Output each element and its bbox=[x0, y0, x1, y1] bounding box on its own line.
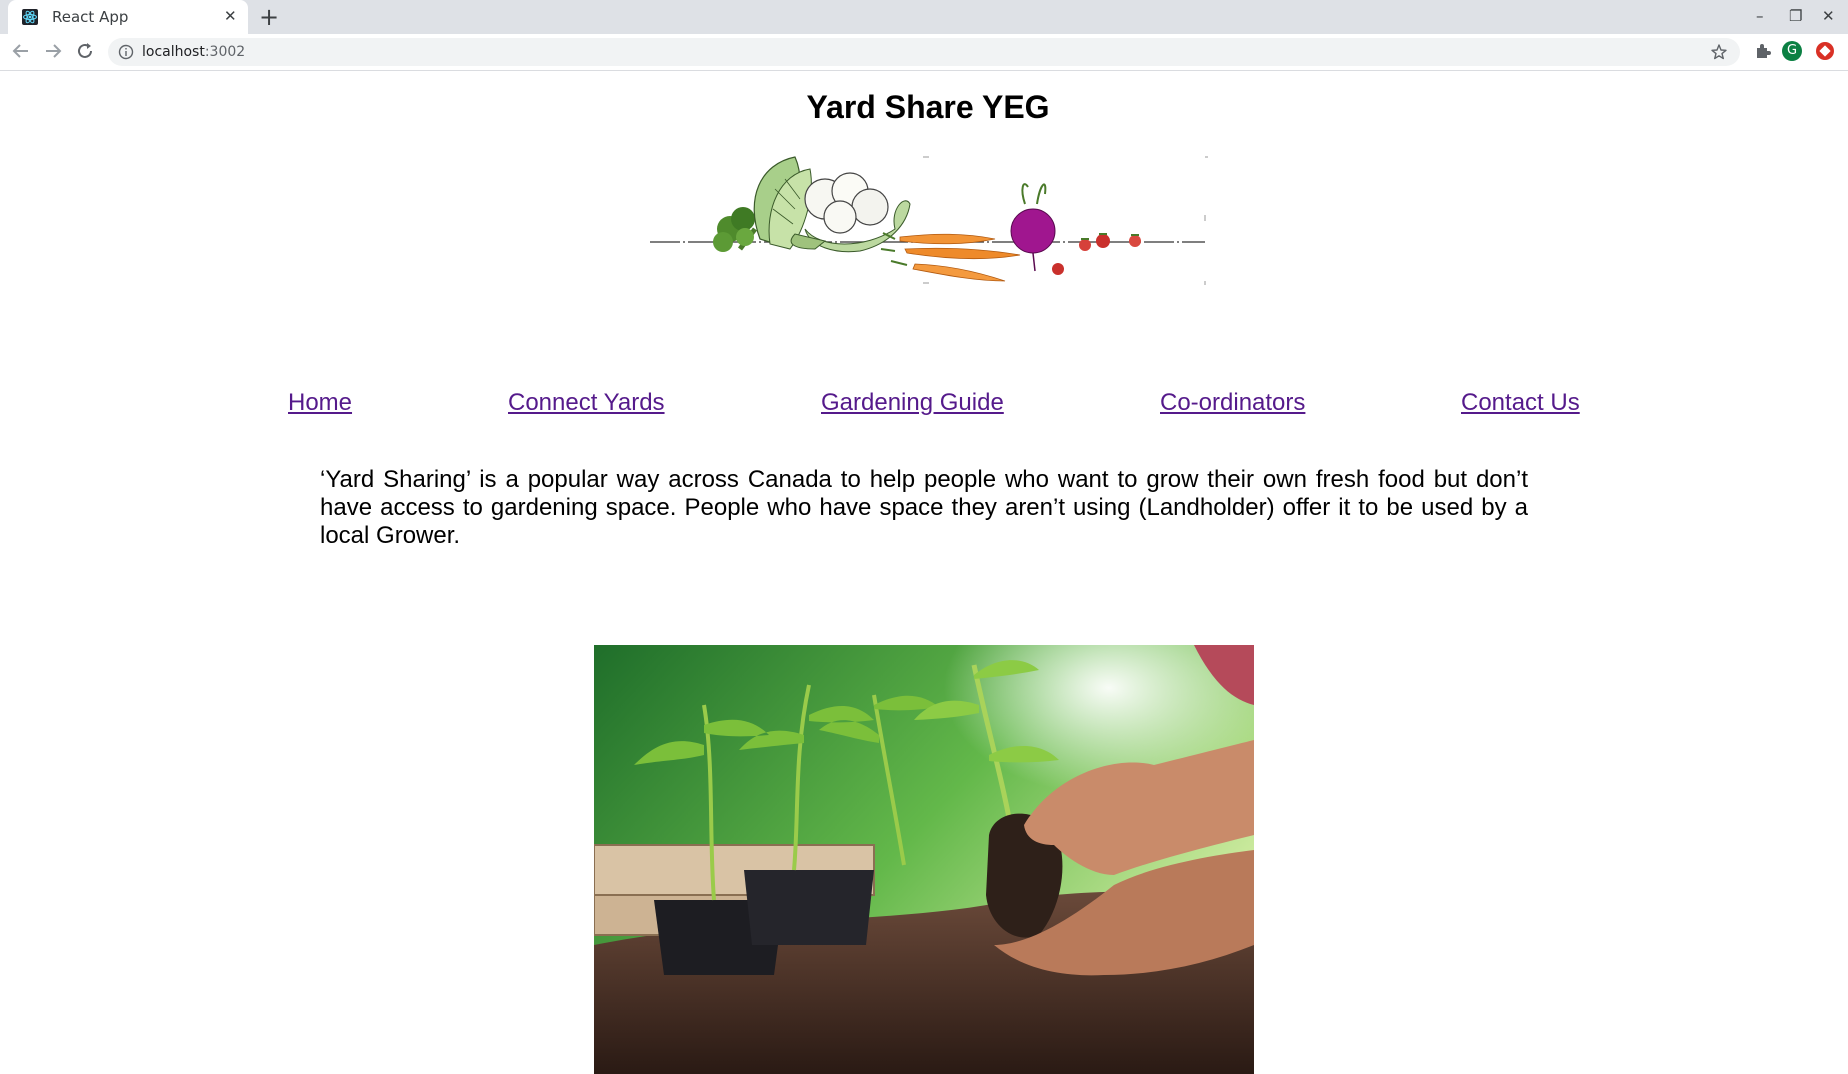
browser-tab[interactable]: React App ✕ bbox=[8, 0, 248, 34]
url-text: localhost:3002 bbox=[142, 44, 245, 60]
url-host: localhost bbox=[142, 44, 205, 60]
hands-planting-seedlings-photo bbox=[594, 645, 1254, 1074]
nav-link-connect-yards[interactable]: Connect Yards bbox=[508, 389, 665, 416]
carrots-drawing bbox=[880, 232, 1021, 282]
nav-link-coordinators[interactable]: Co-ordinators bbox=[1160, 389, 1305, 416]
forward-icon[interactable] bbox=[42, 40, 64, 62]
page-content: Yard Share YEG Home Connect Yards Garden… bbox=[0, 71, 1848, 1074]
url-port: :3002 bbox=[204, 44, 246, 60]
extensions-puzzle-icon[interactable] bbox=[1752, 40, 1774, 62]
nav-item-contact-us: Contact Us bbox=[1461, 389, 1580, 417]
profile-avatar[interactable]: G bbox=[1782, 41, 1802, 61]
vegetables-banner-image bbox=[650, 156, 1208, 285]
tab-title: React App bbox=[52, 8, 129, 26]
nav-link-contact-us[interactable]: Contact Us bbox=[1461, 389, 1580, 416]
address-bar[interactable]: localhost:3002 bbox=[108, 38, 1740, 66]
nav-link-home[interactable]: Home bbox=[288, 389, 352, 416]
beet-drawing bbox=[1010, 183, 1056, 272]
strawberries-drawing bbox=[1052, 233, 1141, 275]
intro-paragraph: ‘Yard Sharing’ is a popular way across C… bbox=[320, 466, 1528, 549]
reload-icon[interactable] bbox=[74, 40, 96, 62]
nav-item-gardening-guide: Gardening Guide bbox=[821, 389, 1004, 417]
new-tab-button[interactable]: + bbox=[259, 3, 279, 31]
minimize-icon[interactable]: – bbox=[1756, 7, 1764, 25]
bookmark-star-icon[interactable] bbox=[1710, 43, 1728, 61]
nav-item-coordinators: Co-ordinators bbox=[1160, 389, 1305, 417]
window-close-icon[interactable]: ✕ bbox=[1822, 7, 1835, 25]
nav-item-connect-yards: Connect Yards bbox=[508, 389, 665, 417]
tab-close-icon[interactable]: ✕ bbox=[224, 8, 237, 24]
nav-item-home: Home bbox=[288, 389, 352, 417]
browser-toolbar: localhost:3002 G bbox=[0, 34, 1848, 71]
react-atom-icon bbox=[22, 9, 38, 25]
broccoli-drawing bbox=[713, 207, 757, 252]
extension-icon[interactable] bbox=[1816, 42, 1834, 60]
restore-icon[interactable]: ❐ bbox=[1789, 7, 1802, 25]
page-title: Yard Share YEG bbox=[806, 89, 1050, 125]
browser-tabstrip: React App ✕ + – ❐ ✕ bbox=[0, 0, 1848, 34]
nav-link-gardening-guide[interactable]: Gardening Guide bbox=[821, 389, 1004, 416]
info-icon[interactable] bbox=[118, 44, 134, 60]
back-icon[interactable] bbox=[10, 40, 32, 62]
cabbage-drawing bbox=[753, 156, 812, 250]
